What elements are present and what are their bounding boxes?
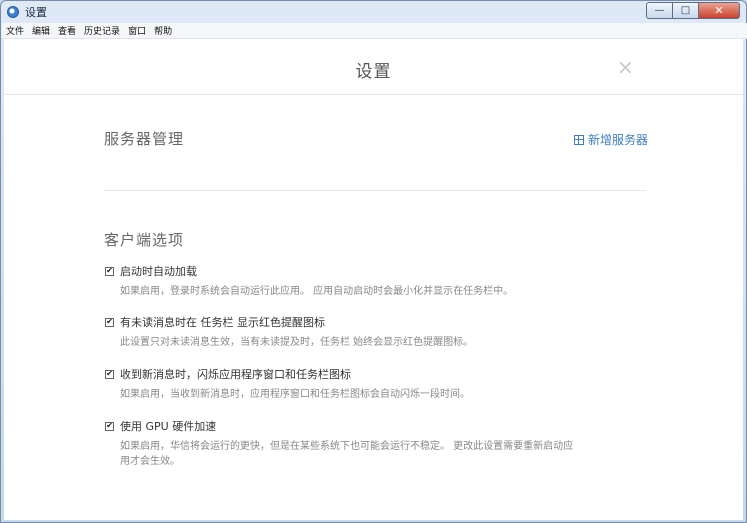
add-server-button[interactable]: 新增服务器 <box>574 131 648 148</box>
option-auto-launch: ✔ 启动时自动加载 如果启用，登录时系统会自动运行此应用。 应用自动启动时会最小… <box>105 263 580 299</box>
server-management-title: 服务器管理 <box>104 130 185 148</box>
section-divider <box>104 190 646 191</box>
close-icon[interactable]: × <box>617 55 634 79</box>
window-close-button[interactable]: ✕ <box>698 2 740 19</box>
caption-buttons: — □ ✕ <box>646 2 740 19</box>
app-window: 设置 — □ ✕ 文件 编辑 查看 历史记录 窗口 帮助 设置 × 服务器管理 … <box>0 0 747 523</box>
menu-edit[interactable]: 编辑 <box>28 24 54 37</box>
maximize-button[interactable]: □ <box>672 2 698 19</box>
settings-header: 设置 × <box>4 39 743 95</box>
window-title: 设置 <box>25 6 47 19</box>
option-label[interactable]: 启动时自动加载 <box>120 263 197 279</box>
app-logo-icon <box>7 6 19 18</box>
option-gpu-acceleration: ✔ 使用 GPU 硬件加速 如果启用，华信将会运行的更快，但是在某些系统下也可能… <box>105 418 580 469</box>
flash-window-checkbox[interactable]: ✔ <box>105 369 114 379</box>
option-label[interactable]: 有未读消息时在 任务栏 显示红色提醒图标 <box>120 314 325 330</box>
menu-window[interactable]: 窗口 <box>124 24 150 37</box>
option-description: 如果启用，当收到新消息时，应用程序窗口和任务栏图标会自动闪烁一段时间。 <box>120 389 470 400</box>
menu-view[interactable]: 查看 <box>54 24 80 37</box>
menu-history[interactable]: 历史记录 <box>80 24 124 37</box>
add-server-label: 新增服务器 <box>588 133 649 147</box>
minimize-button[interactable]: — <box>646 2 672 19</box>
menu-help[interactable]: 帮助 <box>150 24 176 37</box>
option-flash-window: ✔ 收到新消息时，闪烁应用程序窗口和任务栏图标 如果启用，当收到新消息时，应用程… <box>105 366 580 402</box>
option-description: 如果启用，登录时系统会自动运行此应用。 应用自动启动时会最小化并显示在任务栏中。 <box>120 286 514 297</box>
option-unread-badge: ✔ 有未读消息时在 任务栏 显示红色提醒图标 此设置只对未读消息生效，当有未读提… <box>105 314 580 350</box>
add-box-icon <box>574 134 584 145</box>
option-label[interactable]: 使用 GPU 硬件加速 <box>120 418 216 434</box>
option-description: 如果启用，华信将会运行的更快，但是在某些系统下也可能会运行不稳定。 更改此设置需… <box>120 441 574 467</box>
auto-launch-checkbox[interactable]: ✔ <box>105 266 114 276</box>
gpu-acceleration-checkbox[interactable]: ✔ <box>105 421 114 431</box>
settings-panel: 设置 × 服务器管理 新增服务器 客户端选项 ✔ 启动时自动加载 如果启用，登录… <box>4 39 743 520</box>
option-description: 此设置只对未读消息生效，当有未读提及时，任务栏 始终会显示红色提醒图标。 <box>120 337 474 348</box>
client-options-title: 客户端选项 <box>104 231 185 249</box>
menu-file[interactable]: 文件 <box>2 24 28 37</box>
menu-bar: 文件 编辑 查看 历史记录 窗口 帮助 <box>2 23 747 39</box>
option-label[interactable]: 收到新消息时，闪烁应用程序窗口和任务栏图标 <box>120 366 351 382</box>
unread-badge-checkbox[interactable]: ✔ <box>105 317 114 327</box>
title-bar[interactable]: 设置 — □ ✕ <box>1 1 746 23</box>
